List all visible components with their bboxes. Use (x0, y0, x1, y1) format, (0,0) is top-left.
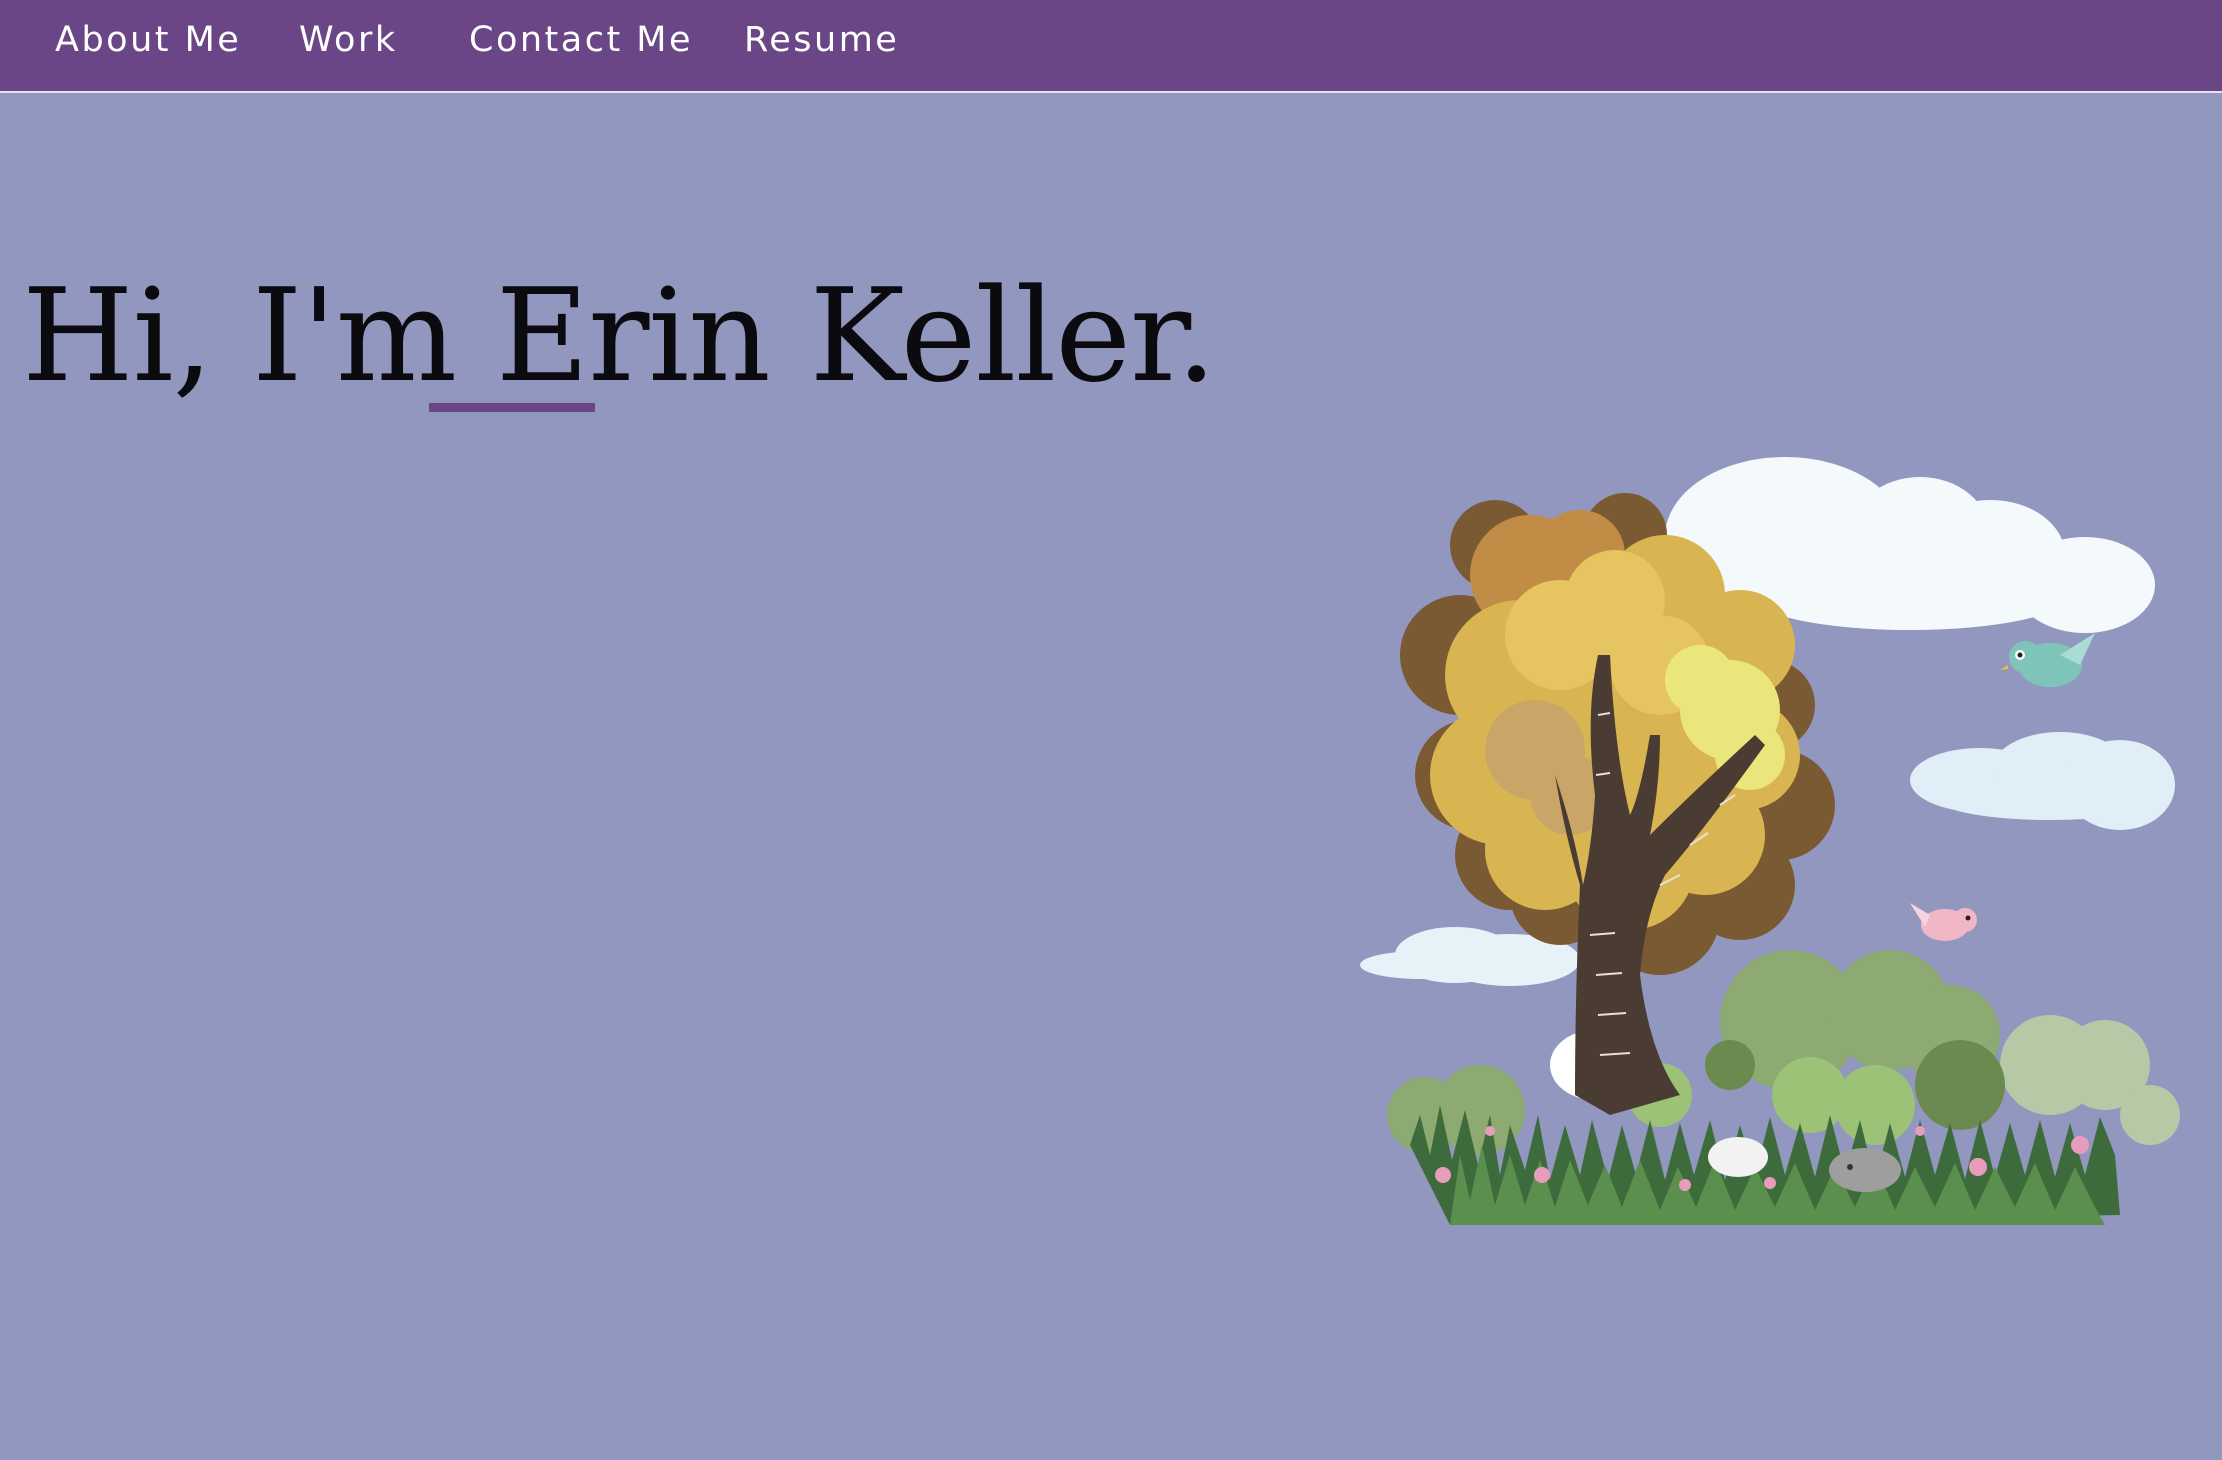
blue-bird-icon (2000, 633, 2095, 687)
nav-resume[interactable]: Resume (744, 0, 899, 80)
nav-about-me[interactable]: About Me (55, 0, 241, 80)
hero-greeting: Hi, I'm (22, 262, 496, 411)
nav-work[interactable]: Work (299, 0, 398, 80)
name-underline (429, 403, 595, 412)
tree-landscape-illustration (1360, 457, 2180, 1225)
hero-heading: Hi, I'm Erin Keller. (22, 262, 1217, 412)
nav-contact-me[interactable]: Contact Me (469, 0, 693, 80)
top-navbar: About Me Work Contact Me Resume (0, 0, 2222, 93)
pink-bird-icon (1910, 903, 1977, 941)
hero-surname: Keller. (769, 262, 1216, 411)
hero-name: Erin (495, 262, 771, 411)
